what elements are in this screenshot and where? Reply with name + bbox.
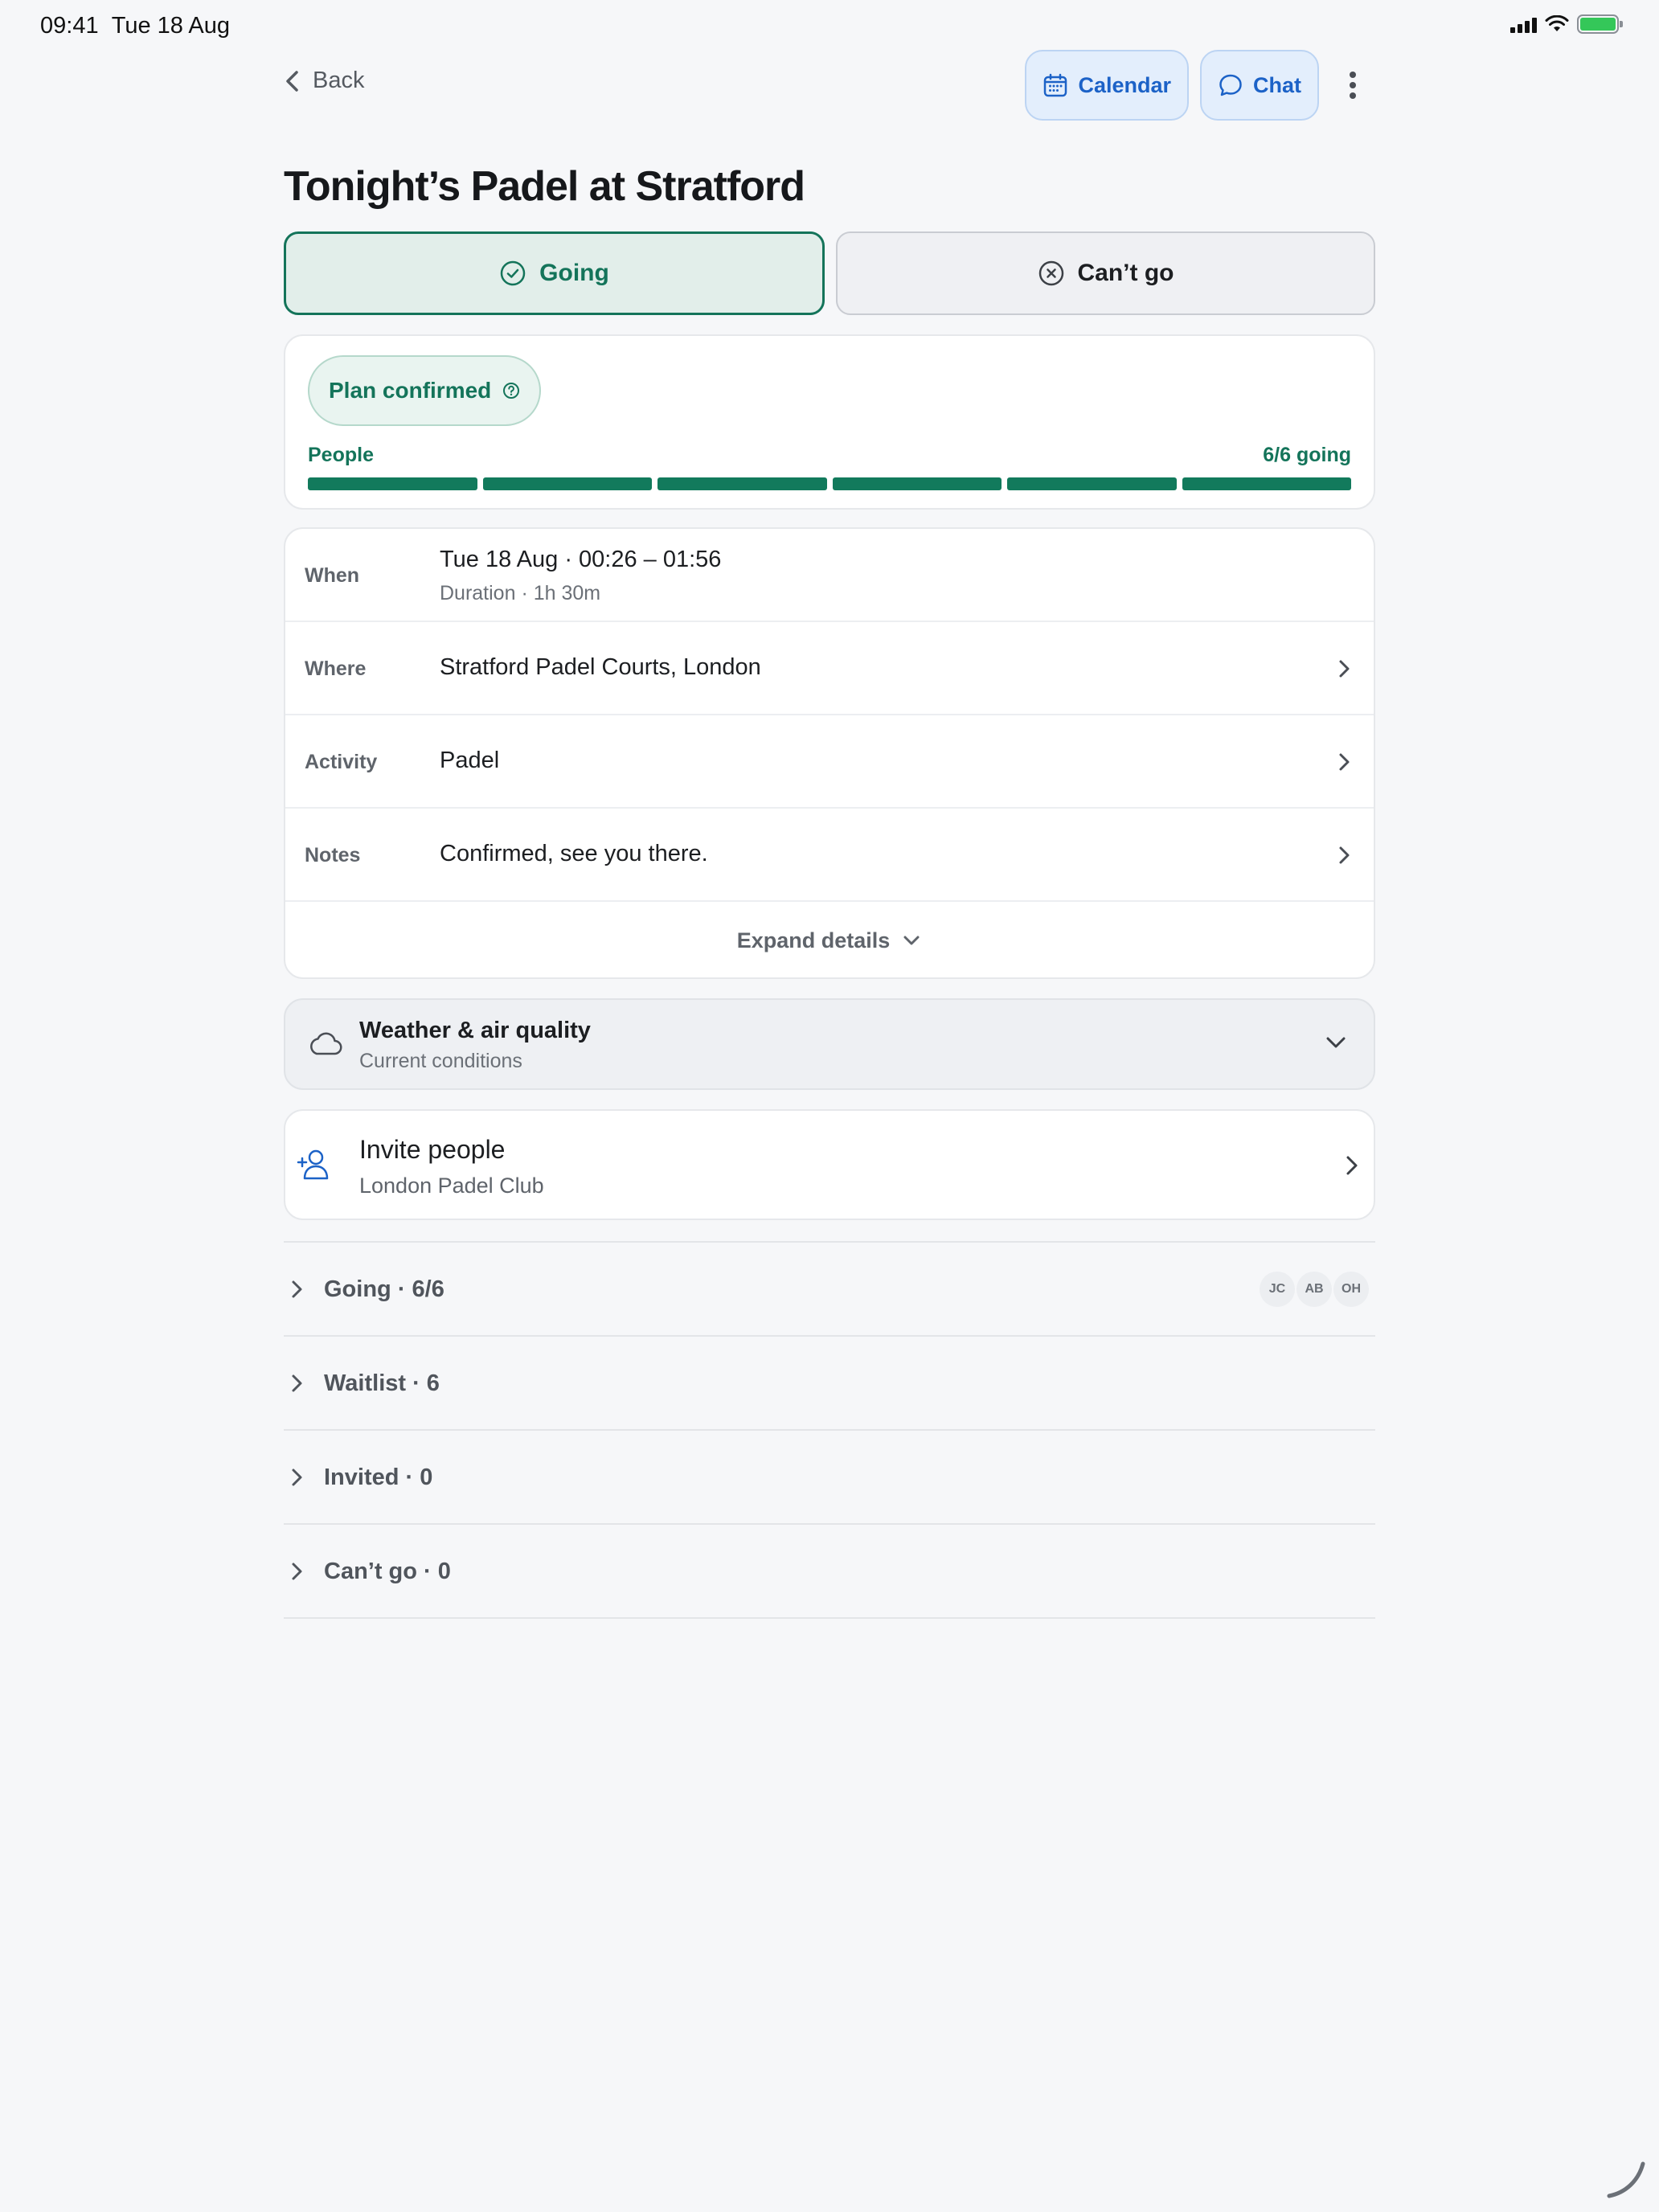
invited-section[interactable]: Invited · 0	[284, 1431, 1375, 1525]
when-label: When	[305, 564, 360, 587]
plan-details-card: When Tue 18 Aug · 00:26 – 01:56 Duration…	[284, 527, 1375, 979]
cant-go-label: Can’t go	[1077, 260, 1174, 286]
chevron-right-icon	[292, 1374, 302, 1392]
people-progress-bar	[308, 477, 1351, 490]
invite-title: Invite people	[359, 1135, 506, 1164]
invite-subtitle: London Padel Club	[359, 1174, 544, 1198]
chevron-right-icon	[292, 1280, 302, 1298]
people-progress-segment	[832, 477, 1002, 490]
more-vertical-icon	[1350, 72, 1356, 99]
invite-people-card[interactable]: Invite people London Padel Club	[284, 1109, 1375, 1220]
back-button[interactable]: Back	[284, 68, 364, 94]
people-progress-segment	[1182, 477, 1351, 490]
cloud-icon	[310, 1032, 342, 1055]
help-circle-icon	[503, 383, 520, 399]
top-actions: Calendar Chat	[1025, 50, 1375, 121]
status-clock: 09:41	[40, 13, 99, 39]
calendar-icon	[1044, 73, 1067, 97]
when-value: Tue 18 Aug · 00:26 – 01:56	[440, 547, 722, 572]
status-indicators	[1510, 14, 1623, 34]
notes-row[interactable]: Notes Confirmed, see you there.	[285, 809, 1374, 902]
chat-bubble-icon	[1219, 74, 1242, 96]
plan-confirmed-badge[interactable]: Plan confirmed	[308, 355, 542, 426]
status-bar: 09:41 Tue 18 Aug	[0, 0, 1659, 51]
chevron-right-icon	[292, 1469, 302, 1486]
add-user-icon	[297, 1149, 329, 1180]
activity-row[interactable]: Activity Padel	[285, 715, 1374, 809]
going-section[interactable]: Going · 6/6 JC AB OH	[284, 1243, 1375, 1337]
cant-go-button[interactable]: Can’t go	[836, 231, 1375, 315]
where-label: Where	[305, 657, 367, 680]
page-title: Tonight’s Padel at Stratford	[284, 163, 805, 210]
invited-section-label: Invited · 0	[324, 1464, 433, 1490]
more-options-button[interactable]	[1330, 50, 1375, 121]
where-value: Stratford Padel Courts, London	[440, 654, 761, 680]
chevron-down-icon	[1326, 1037, 1346, 1048]
chevron-right-icon	[1339, 753, 1350, 771]
attendee-sections: Going · 6/6 JC AB OH Waitlist · 6 Invite…	[284, 1241, 1375, 1619]
activity-label: Activity	[305, 751, 378, 773]
people-progress-segment	[657, 477, 827, 490]
expand-details-label: Expand details	[736, 928, 891, 952]
rsvp-toggle: Going Can’t go	[284, 231, 1375, 315]
weather-subtitle: Current conditions	[359, 1050, 522, 1072]
when-row[interactable]: When Tue 18 Aug · 00:26 – 01:56 Duration…	[285, 529, 1374, 622]
chevron-left-icon	[286, 70, 298, 92]
check-circle-icon	[500, 260, 526, 286]
chevron-right-icon	[1339, 846, 1350, 864]
people-progress-segment	[1007, 477, 1177, 490]
chevron-right-icon	[1346, 1156, 1358, 1175]
plan-status-label: Plan confirmed	[329, 378, 492, 403]
chevron-down-icon	[903, 936, 920, 945]
notes-label: Notes	[305, 844, 361, 866]
duration-value: Duration · 1h 30m	[440, 582, 601, 604]
going-label: Going	[539, 260, 609, 286]
status-time: 09:41 Tue 18 Aug	[40, 13, 230, 39]
activity-value: Padel	[440, 748, 500, 773]
status-date: Tue 18 Aug	[111, 13, 230, 39]
calendar-button[interactable]: Calendar	[1025, 50, 1189, 121]
avatar: JC	[1260, 1272, 1295, 1307]
waitlist-section[interactable]: Waitlist · 6	[284, 1337, 1375, 1431]
cant-go-section[interactable]: Can’t go · 0	[284, 1525, 1375, 1619]
avatar: AB	[1296, 1272, 1332, 1307]
people-progress-segment	[308, 477, 477, 490]
weather-panel[interactable]: Weather & air quality Current conditions	[284, 998, 1375, 1090]
chat-button[interactable]: Chat	[1200, 50, 1319, 121]
wifi-icon	[1545, 15, 1569, 31]
going-button[interactable]: Going	[284, 231, 825, 315]
battery-icon	[1577, 14, 1623, 34]
back-label: Back	[313, 68, 365, 93]
avatar: OH	[1333, 1272, 1369, 1307]
chat-label: Chat	[1253, 72, 1301, 97]
people-progress-segment	[482, 477, 652, 490]
cant-go-section-label: Can’t go · 0	[324, 1559, 451, 1584]
people-label: People	[308, 444, 374, 466]
resize-handle-icon	[1607, 2161, 1645, 2198]
where-row[interactable]: Where Stratford Padel Courts, London	[285, 622, 1374, 715]
going-section-label: Going · 6/6	[324, 1276, 444, 1302]
calendar-label: Calendar	[1078, 72, 1171, 97]
chevron-right-icon	[1339, 660, 1350, 678]
x-circle-icon	[1038, 260, 1063, 286]
chevron-right-icon	[292, 1563, 302, 1580]
weather-title: Weather & air quality	[359, 1018, 591, 1043]
going-avatars: JC AB OH	[1260, 1272, 1369, 1307]
plan-status-card: Plan confirmed People 6/6 going	[284, 334, 1375, 510]
top-navigation: Back Calendar Chat	[284, 50, 1375, 121]
cellular-signal-icon	[1510, 15, 1537, 33]
notes-value: Confirmed, see you there.	[440, 841, 708, 866]
waitlist-section-label: Waitlist · 6	[324, 1370, 440, 1396]
expand-details-button[interactable]: Expand details	[285, 902, 1374, 977]
going-count: 6/6 going	[1263, 444, 1351, 466]
